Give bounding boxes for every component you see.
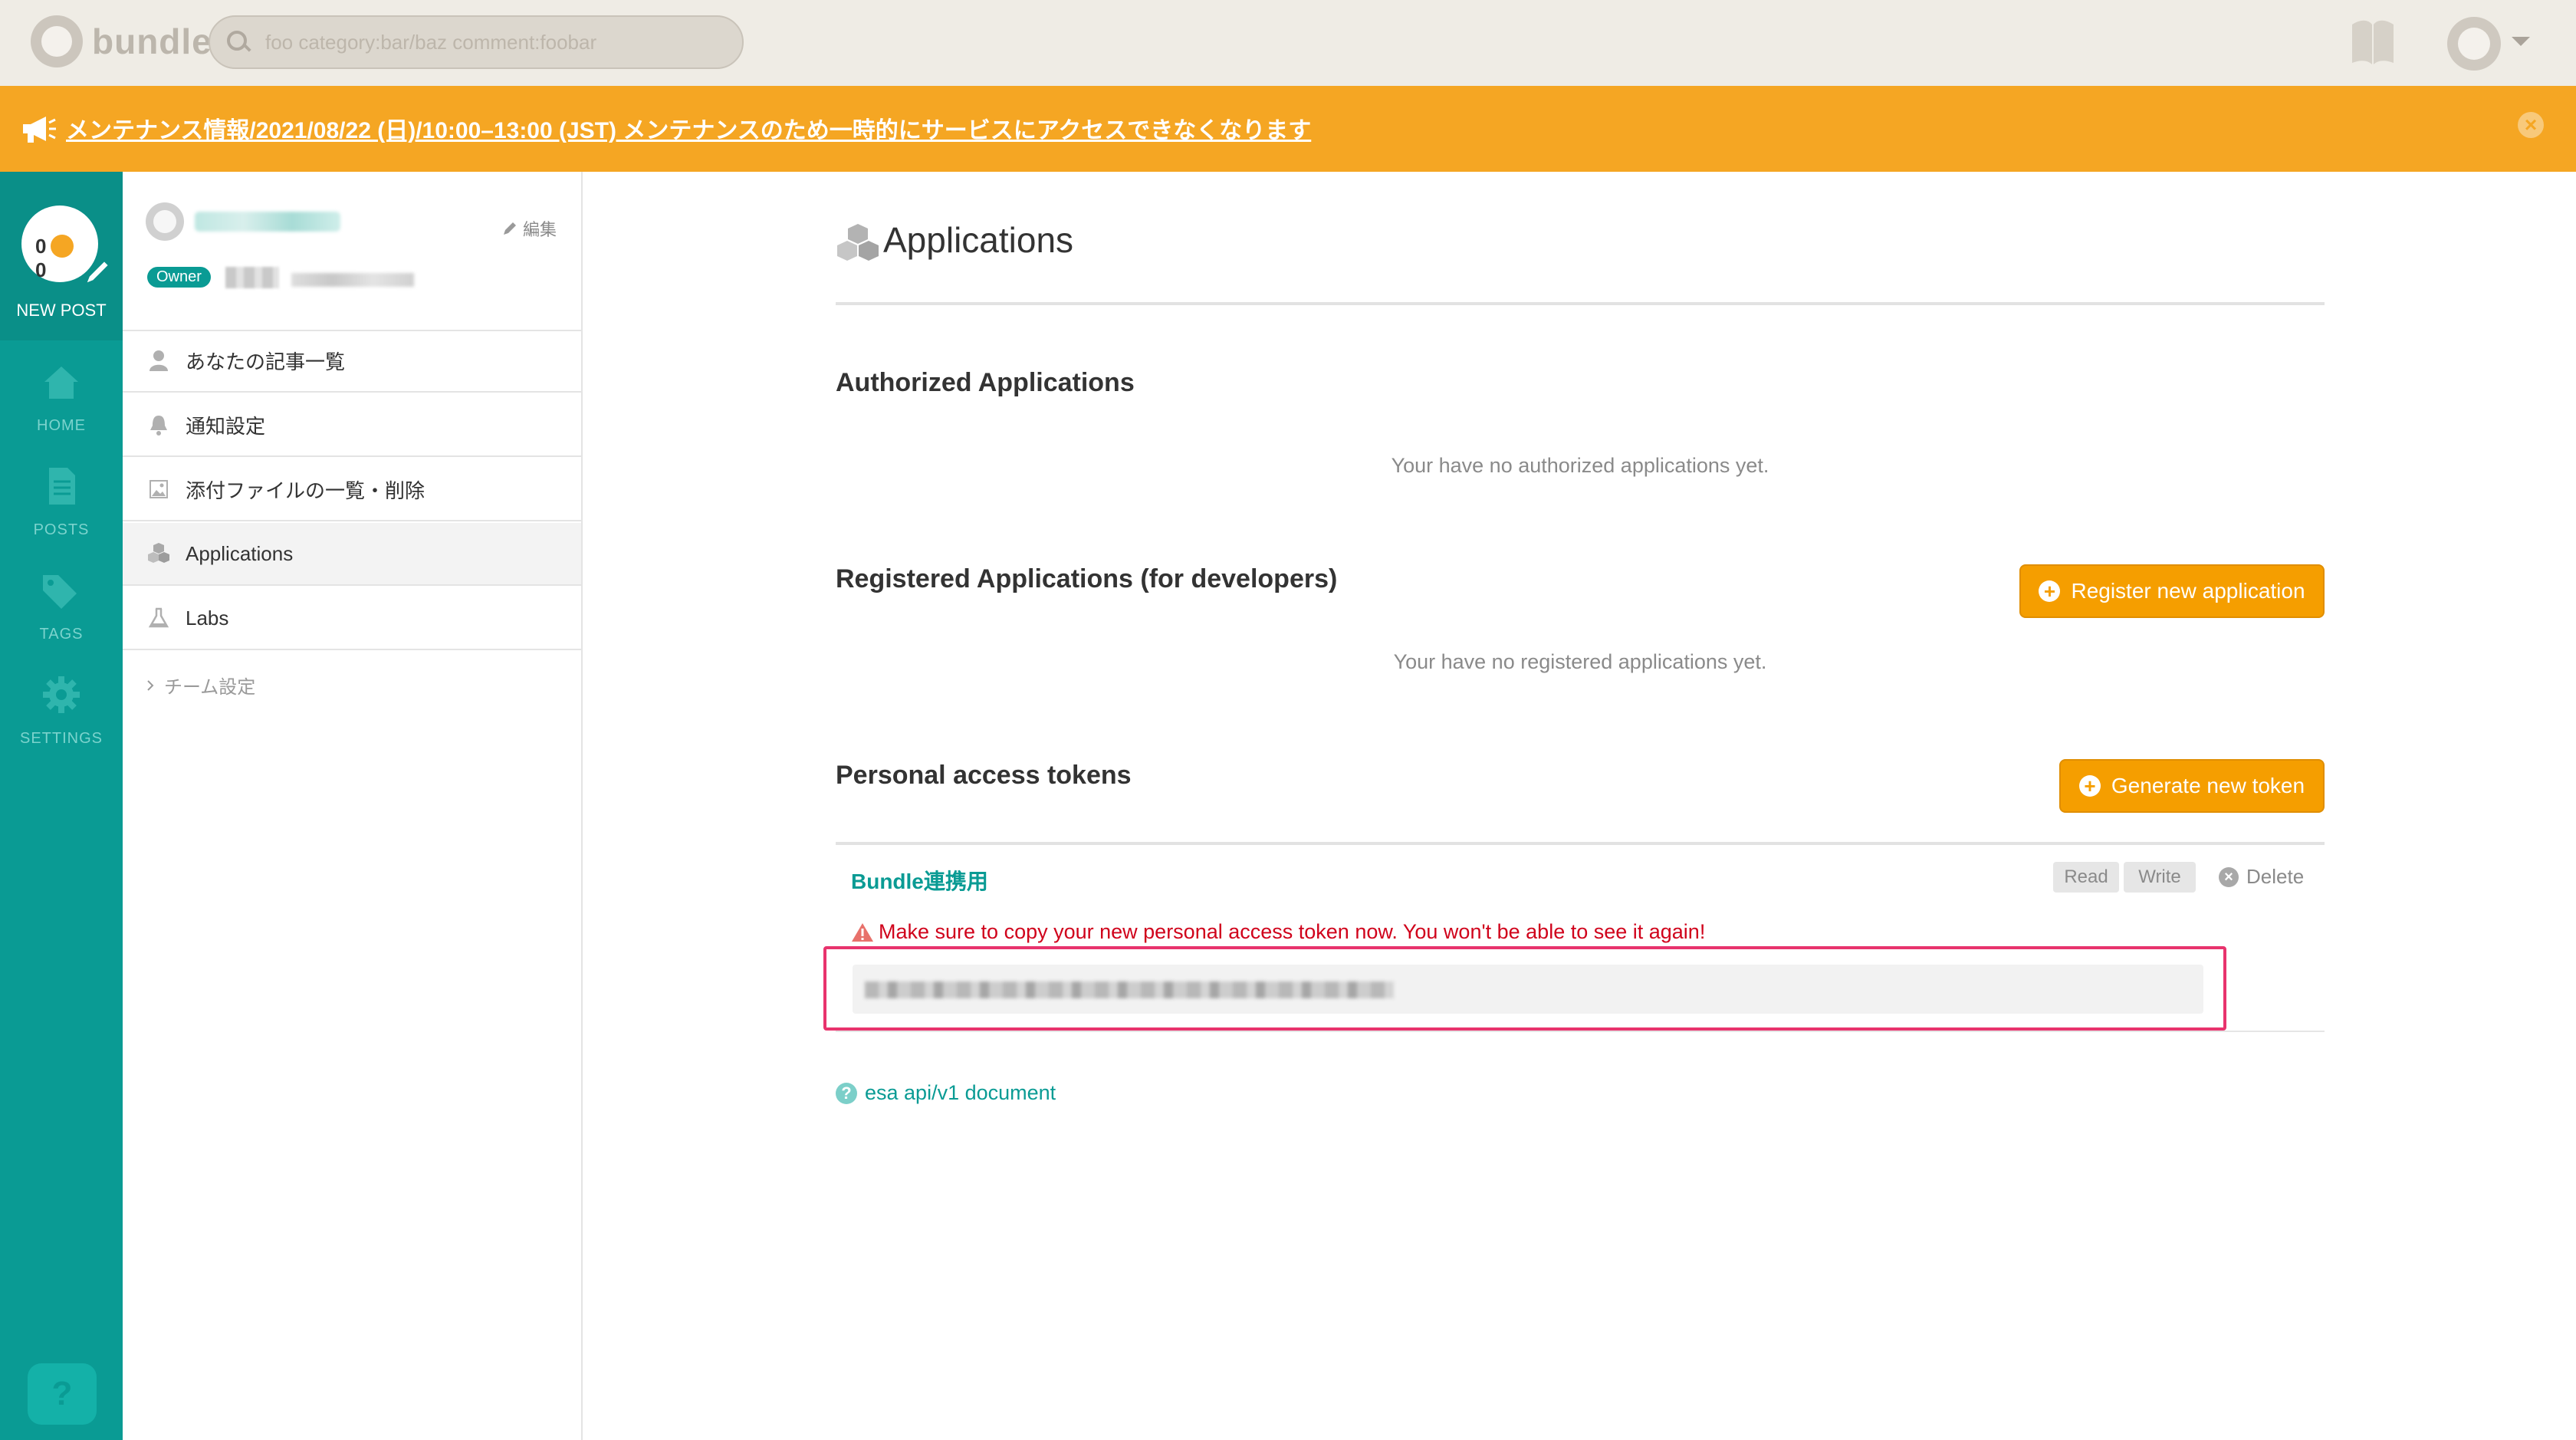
sidebar-item-label: Labs xyxy=(186,606,229,630)
close-icon[interactable]: × xyxy=(2518,112,2544,138)
blurred-token xyxy=(865,981,1394,998)
divider xyxy=(836,1031,2325,1032)
owner-badge: Owner xyxy=(147,267,211,288)
delete-label: Delete xyxy=(2246,865,2305,888)
sidebar-item-label: 添付ファイルの一覧・削除 xyxy=(186,478,426,502)
api-doc-link[interactable]: ? esa api/v1 document xyxy=(836,1081,1056,1105)
scope-badge-write: Write xyxy=(2124,862,2196,893)
question-circle-icon: ? xyxy=(836,1082,857,1104)
user-avatar[interactable] xyxy=(2447,17,2501,71)
token-warning-text: Make sure to copy your new personal acce… xyxy=(879,920,1706,943)
search-input[interactable] xyxy=(264,29,727,55)
blurred-username xyxy=(195,212,340,232)
edit-label: 編集 xyxy=(523,220,557,239)
image-icon xyxy=(150,480,168,498)
page-header: Applications xyxy=(836,216,2325,305)
settings-sidebar: 編集 Owner あなたの記事一覧 通知設定 添付ファイルの一覧・削除 Appl… xyxy=(123,172,583,1440)
sidebar-item-my-posts[interactable]: あなたの記事一覧 xyxy=(123,330,581,393)
chevron-down-icon[interactable] xyxy=(2512,37,2530,46)
help-button[interactable]: ? xyxy=(28,1363,97,1425)
flask-icon xyxy=(148,607,169,628)
sidebar-item-label: 通知設定 xyxy=(186,414,266,438)
warning-icon xyxy=(852,922,873,942)
sidebar-item-applications[interactable]: Applications xyxy=(123,523,581,586)
generate-new-token-button[interactable]: + Generate new token xyxy=(2059,759,2325,813)
nav-settings-label: SETTINGS xyxy=(19,730,103,747)
sidebar-item-notifications[interactable]: 通知設定 xyxy=(123,394,581,457)
top-bar: bundle xyxy=(0,0,2576,86)
search-bar[interactable] xyxy=(209,15,744,69)
maintenance-link[interactable]: メンテナンス情報/2021/08/22 (日)/10:00–13:00 (JST… xyxy=(66,111,1311,145)
cubes-icon xyxy=(148,543,169,563)
logo-icon xyxy=(31,15,83,67)
avatar xyxy=(146,202,184,241)
document-icon xyxy=(49,468,75,505)
left-rail: 0 0 NEW POST HOME POSTS TAGS SETTINGS ? xyxy=(0,172,123,1440)
blurred-team-name xyxy=(291,273,414,287)
maintenance-banner: メンテナンス情報/2021/08/22 (日)/10:00–13:00 (JST… xyxy=(0,86,2576,172)
plus-circle-icon: + xyxy=(2078,775,2101,797)
pencil-icon xyxy=(504,222,516,235)
registered-apps-empty: Your have no registered applications yet… xyxy=(1393,650,1767,673)
nav-posts[interactable]: POSTS xyxy=(0,452,123,552)
new-post-button[interactable]: 0 0 NEW POST xyxy=(0,172,123,340)
nav-settings[interactable]: SETTINGS xyxy=(0,661,123,761)
nav-home[interactable]: HOME xyxy=(0,348,123,448)
search-icon xyxy=(227,31,250,54)
page-title: Applications xyxy=(883,220,1074,260)
new-post-label: NEW POST xyxy=(16,301,107,320)
megaphone-icon xyxy=(23,117,56,143)
cubes-icon xyxy=(837,224,879,261)
sidebar-item-labs[interactable]: Labs xyxy=(123,587,581,650)
personal-access-tokens-title: Personal access tokens xyxy=(836,761,1132,790)
team-settings-toggle[interactable]: チーム設定 xyxy=(144,672,255,699)
gear-icon xyxy=(43,676,80,713)
registered-apps-title: Registered Applications (for developers) xyxy=(836,564,1338,593)
pencil-icon xyxy=(84,259,110,285)
profile-header: 編集 Owner xyxy=(123,172,581,331)
nav-tags-label: TAGS xyxy=(39,626,84,643)
divider xyxy=(836,842,2325,845)
register-new-application-button[interactable]: + Register new application xyxy=(2019,564,2325,618)
nav-tags[interactable]: TAGS xyxy=(0,557,123,656)
sidebar-item-label: Applications xyxy=(186,541,294,565)
team-settings-label: チーム設定 xyxy=(164,677,256,698)
token-value-field[interactable] xyxy=(853,965,2203,1014)
sidebar-item-label: あなたの記事一覧 xyxy=(186,350,346,373)
nav-posts-label: POSTS xyxy=(33,521,90,538)
delete-token-button[interactable]: × Delete xyxy=(2219,865,2304,889)
token-name: Bundle連携用 xyxy=(851,870,988,893)
register-button-label: Register new application xyxy=(2071,579,2305,603)
tags-icon xyxy=(43,575,77,609)
token-warning: Make sure to copy your new personal acce… xyxy=(851,920,1705,944)
blurred-team-mark xyxy=(225,267,279,288)
plus-circle-icon: + xyxy=(2039,580,2061,602)
edit-profile-link[interactable]: 編集 xyxy=(501,216,557,241)
user-icon xyxy=(150,350,168,371)
api-doc-link-label: esa api/v1 document xyxy=(865,1081,1056,1104)
bell-icon xyxy=(150,416,167,436)
app-name: bundle xyxy=(92,21,212,61)
sidebar-item-attachments[interactable]: 添付ファイルの一覧・削除 xyxy=(123,459,581,521)
authorized-apps-title: Authorized Applications xyxy=(836,368,1135,397)
nav-home-label: HOME xyxy=(37,417,86,434)
chevron-right-icon xyxy=(147,679,154,691)
app-logo[interactable]: bundle xyxy=(31,15,212,67)
scope-badge-read: Read xyxy=(2053,862,2119,893)
book-icon[interactable] xyxy=(2348,17,2398,67)
authorized-apps-empty: Your have no authorized applications yet… xyxy=(1391,454,1769,477)
home-icon xyxy=(44,367,78,399)
close-circle-icon: × xyxy=(2219,866,2239,887)
generate-button-label: Generate new token xyxy=(2111,774,2305,797)
